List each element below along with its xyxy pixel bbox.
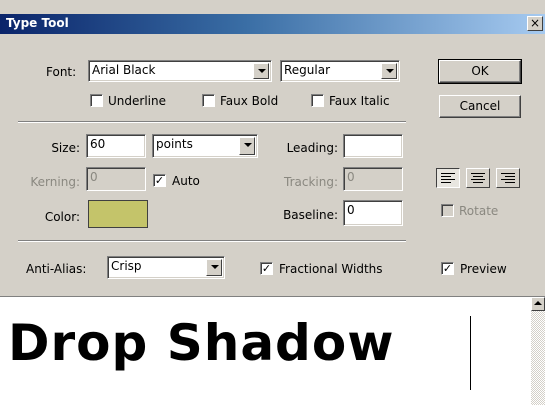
auto-kerning-label: Auto xyxy=(172,174,200,188)
underline-label: Underline xyxy=(108,94,166,108)
type-tool-dialog: Type Tool × Font: Arial Black Regular OK… xyxy=(0,0,545,405)
tracking-label: Tracking: xyxy=(284,175,338,189)
scroll-up-icon[interactable] xyxy=(531,297,545,311)
anti-alias-select[interactable]: Crisp xyxy=(107,256,225,279)
separator xyxy=(18,240,406,242)
font-family-select[interactable]: Arial Black xyxy=(88,60,272,82)
underline-checkbox[interactable] xyxy=(90,94,103,107)
font-label: Font: xyxy=(46,65,77,79)
size-unit-select[interactable]: points xyxy=(152,134,258,158)
kerning-label: Kerning: xyxy=(30,175,80,189)
chevron-down-icon[interactable] xyxy=(381,63,397,79)
window-title: Type Tool xyxy=(6,16,69,30)
chevron-down-icon[interactable] xyxy=(239,137,255,155)
vertical-scrollbar[interactable] xyxy=(531,297,545,405)
leading-label: Leading: xyxy=(286,141,338,155)
preview-label: Preview xyxy=(460,262,507,276)
rotate-checkbox[interactable] xyxy=(441,204,454,217)
chevron-down-icon[interactable] xyxy=(253,63,269,79)
font-style-select[interactable]: Regular xyxy=(280,60,400,82)
fractional-widths-label: Fractional Widths xyxy=(279,262,383,276)
faux-bold-checkbox[interactable] xyxy=(202,94,215,107)
faux-bold-label: Faux Bold xyxy=(220,94,279,108)
color-swatch[interactable] xyxy=(88,200,148,228)
cancel-button[interactable]: Cancel xyxy=(439,95,521,118)
tracking-input[interactable]: 0 xyxy=(343,167,403,191)
fractional-widths-checkbox[interactable]: ✓ xyxy=(260,262,273,275)
text-content: Drop Shadow xyxy=(8,314,395,372)
baseline-label: Baseline: xyxy=(283,208,338,222)
ok-button[interactable]: OK xyxy=(438,59,522,84)
faux-italic-label: Faux Italic xyxy=(329,94,390,108)
faux-italic-checkbox[interactable] xyxy=(311,94,324,107)
preview-checkbox[interactable]: ✓ xyxy=(441,262,454,275)
align-right-button[interactable] xyxy=(496,168,520,188)
leading-input[interactable] xyxy=(343,134,403,158)
kerning-input[interactable]: 0 xyxy=(86,167,146,191)
anti-alias-label: Anti-Alias: xyxy=(26,262,87,276)
close-icon[interactable]: × xyxy=(527,16,543,31)
rotate-label: Rotate xyxy=(459,204,499,218)
baseline-input[interactable]: 0 xyxy=(343,200,403,226)
align-left-button[interactable] xyxy=(436,168,460,188)
color-label: Color: xyxy=(44,210,80,224)
size-input[interactable]: 60 xyxy=(86,134,146,158)
align-center-button[interactable] xyxy=(466,168,490,188)
text-entry-area[interactable]: Drop Shadow xyxy=(0,296,545,405)
text-caret xyxy=(470,316,471,390)
auto-kerning-checkbox[interactable]: ✓ xyxy=(153,174,166,187)
title-bar: Type Tool × xyxy=(0,14,545,34)
chevron-down-icon[interactable] xyxy=(206,259,222,276)
separator xyxy=(18,121,406,123)
size-label: Size: xyxy=(51,141,80,155)
